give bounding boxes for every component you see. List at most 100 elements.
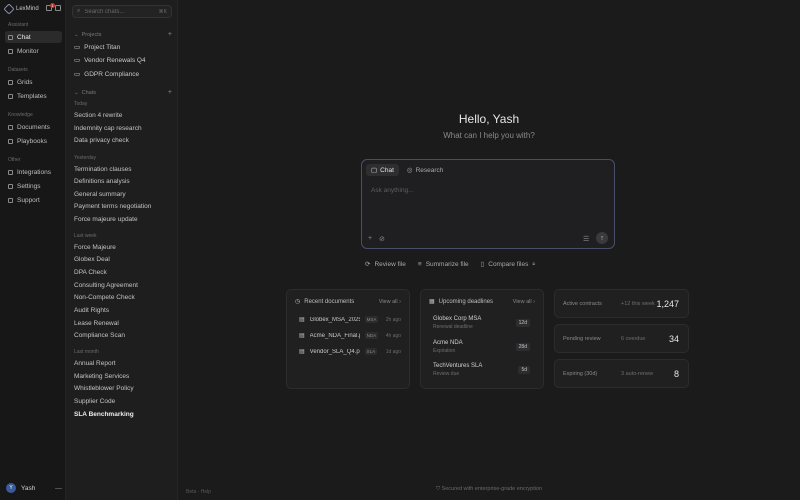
view-all-documents-link[interactable]: View all › bbox=[379, 299, 401, 305]
chevron-down-icon: ⌄ bbox=[74, 89, 79, 96]
view-all-label: View all bbox=[512, 298, 532, 305]
user-menu[interactable]: Y Yash — bbox=[6, 483, 62, 493]
summarize-file-button[interactable]: ≡ Summarize file bbox=[418, 260, 469, 268]
chat-item[interactable]: Termination clauses bbox=[74, 166, 131, 173]
prompt-input[interactable] bbox=[371, 187, 601, 194]
doc-time: 4h ago bbox=[385, 332, 401, 339]
chat-item[interactable]: Section 4 rewrite bbox=[74, 112, 122, 119]
nav-item-label: Settings bbox=[17, 182, 41, 190]
tab-research[interactable]: ◎ Research bbox=[402, 164, 449, 176]
nav-item-integrations[interactable]: Integrations bbox=[5, 166, 62, 178]
chat-item[interactable]: Non-Compete Check bbox=[74, 294, 135, 301]
nav-section-datasets: Datasets bbox=[8, 67, 28, 73]
folder-icon: ▭ bbox=[74, 71, 81, 78]
nav-item-label: Templates bbox=[17, 92, 47, 100]
nav-item-grids[interactable]: Grids bbox=[5, 76, 62, 88]
nav-item-playbooks[interactable]: Playbooks bbox=[5, 135, 62, 147]
action-label: Review file bbox=[374, 260, 406, 268]
projects-header[interactable]: ⌄ Projects + bbox=[74, 31, 172, 38]
chat-item[interactable]: Marketing Services bbox=[74, 373, 129, 380]
deadline-sub: Review due bbox=[433, 371, 460, 377]
review-file-button[interactable]: ⟳ Review file bbox=[365, 260, 406, 269]
nav-item-label: Documents bbox=[17, 123, 50, 131]
send-button[interactable]: ↑ bbox=[596, 232, 608, 244]
group-label: Yesterday bbox=[74, 155, 97, 161]
deadline-name[interactable]: Acme NDA bbox=[433, 340, 463, 346]
nav-item-label: Chat bbox=[17, 33, 31, 41]
recent-documents-card: ◷ Recent documents View all › ▤ Globex_M… bbox=[286, 289, 410, 389]
nav-item-settings[interactable]: Settings bbox=[5, 180, 62, 192]
document-row[interactable]: ▤ Globex_MSA_2025 MSA 2h ago bbox=[299, 316, 401, 323]
stat-card-pending[interactable]: Pending review 6 overdue 34 bbox=[554, 324, 689, 353]
chat-item[interactable]: Payment terms negotiation bbox=[74, 203, 151, 210]
chat-item[interactable]: General summary bbox=[74, 191, 126, 198]
project-item[interactable]: ▭ Project Titan bbox=[74, 43, 120, 52]
nav-section-knowledge: Knowledge bbox=[8, 112, 33, 118]
chat-item[interactable]: Data privacy check bbox=[74, 137, 129, 144]
doc-tag: NDA bbox=[364, 332, 379, 339]
add-icon[interactable]: + bbox=[368, 235, 372, 242]
chat-item[interactable]: Compliance Scan bbox=[74, 332, 125, 339]
chat-item[interactable]: Whistleblower Policy bbox=[74, 385, 134, 392]
project-item[interactable]: ▭ Vendor Renewals Q4 bbox=[74, 56, 146, 65]
chat-item[interactable]: Supplier Code bbox=[74, 398, 115, 405]
subgreeting: What can I help you with? bbox=[443, 131, 535, 140]
upcoming-deadlines-card: ▦ Upcoming deadlines View all › Globex C… bbox=[420, 289, 544, 389]
chat-icon: ▢ bbox=[371, 167, 378, 174]
search-input[interactable] bbox=[84, 8, 151, 15]
chat-item[interactable]: Audit Rights bbox=[74, 307, 109, 314]
chat-item-active[interactable]: SLA Benchmarking bbox=[74, 411, 134, 418]
chat-item[interactable]: Globex Deal bbox=[74, 256, 110, 263]
stat-sub: +12 this week bbox=[621, 301, 655, 307]
tab-label: Chat bbox=[380, 166, 394, 174]
action-label: Compare files bbox=[488, 260, 529, 268]
attach-icon[interactable]: ⊘ bbox=[379, 235, 385, 243]
chat-item[interactable]: Consulting Agreement bbox=[74, 282, 138, 289]
new-chat-icon[interactable]: + bbox=[168, 89, 172, 96]
chat-item[interactable]: Definitions analysis bbox=[74, 178, 130, 185]
left-nav: LexMind 1 Assistant Chat Monitor Dataset… bbox=[0, 0, 66, 500]
chat-list-panel: ⌕ ⌘K ⌄ Projects + ▭Project Titan ▭Vendor… bbox=[66, 0, 178, 500]
deadline-sub: Expiration bbox=[433, 348, 456, 354]
security-text: Secured with enterprise-grade encryption bbox=[441, 486, 543, 492]
stat-card-active[interactable]: Active contracts +12 this week 1,247 bbox=[554, 289, 689, 318]
document-row[interactable]: ▤ Acme_NDA_Final.p NDA 4h ago bbox=[299, 332, 401, 339]
nav-item-documents[interactable]: Documents bbox=[5, 121, 62, 133]
chats-header[interactable]: ⌄ Chats + bbox=[74, 89, 172, 96]
chat-item[interactable]: Force Majeure bbox=[74, 244, 116, 251]
view-all-deadlines-link[interactable]: View all › bbox=[513, 299, 535, 305]
project-item[interactable]: ▭ GDPR Compliance bbox=[74, 70, 139, 79]
chat-item[interactable]: DPA Check bbox=[74, 269, 107, 276]
chat-item[interactable]: Lease Renewal bbox=[74, 320, 119, 327]
nav-item-support[interactable]: Support bbox=[5, 194, 62, 206]
chat-item[interactable]: Annual Report bbox=[74, 360, 116, 367]
nav-item-templates[interactable]: Templates bbox=[5, 90, 62, 102]
deadline-days: 12d bbox=[515, 319, 530, 327]
stat-card-expiring[interactable]: Expiring (30d) 3 auto-renew 8 bbox=[554, 359, 689, 388]
chat-item[interactable]: Force majeure update bbox=[74, 216, 138, 223]
nav-item-chat[interactable]: Chat bbox=[5, 31, 62, 43]
more-icon[interactable]: — bbox=[55, 485, 62, 492]
globe-icon: ◎ bbox=[406, 167, 413, 174]
chat-item[interactable]: Indemnity cap research bbox=[74, 125, 142, 132]
deadline-name[interactable]: TechVentures SLA bbox=[433, 363, 482, 369]
nav-item-label: Support bbox=[17, 196, 40, 204]
composer-tabs: ▢ Chat ◎ Research bbox=[366, 164, 448, 176]
stat-sub: 6 overdue bbox=[621, 336, 646, 342]
compare-files-button[interactable]: ▯ Compare files 🔒︎ bbox=[481, 260, 535, 269]
stat-value: 1,247 bbox=[656, 299, 679, 309]
nav-item-monitor[interactable]: Monitor bbox=[5, 45, 62, 57]
add-project-icon[interactable]: + bbox=[168, 31, 172, 38]
list-icon[interactable]: ☰ bbox=[583, 235, 589, 243]
tab-chat[interactable]: ▢ Chat bbox=[366, 164, 399, 176]
sidebar-toggle-icon[interactable] bbox=[55, 5, 61, 11]
document-row[interactable]: ▤ Vendor_SLA_Q4.p SLA 1d ago bbox=[299, 348, 401, 355]
doc-tag: SLA bbox=[364, 348, 378, 355]
doc-name: Acme_NDA_Final.p bbox=[309, 332, 360, 339]
arrow-up-icon: ↑ bbox=[600, 234, 604, 242]
plug-icon bbox=[8, 169, 13, 175]
brand[interactable]: LexMind bbox=[3, 3, 39, 15]
review-icon: ⟳ bbox=[365, 261, 371, 268]
deadline-name[interactable]: Globex Corp MSA bbox=[433, 316, 481, 322]
search-box[interactable]: ⌕ ⌘K bbox=[72, 5, 172, 18]
